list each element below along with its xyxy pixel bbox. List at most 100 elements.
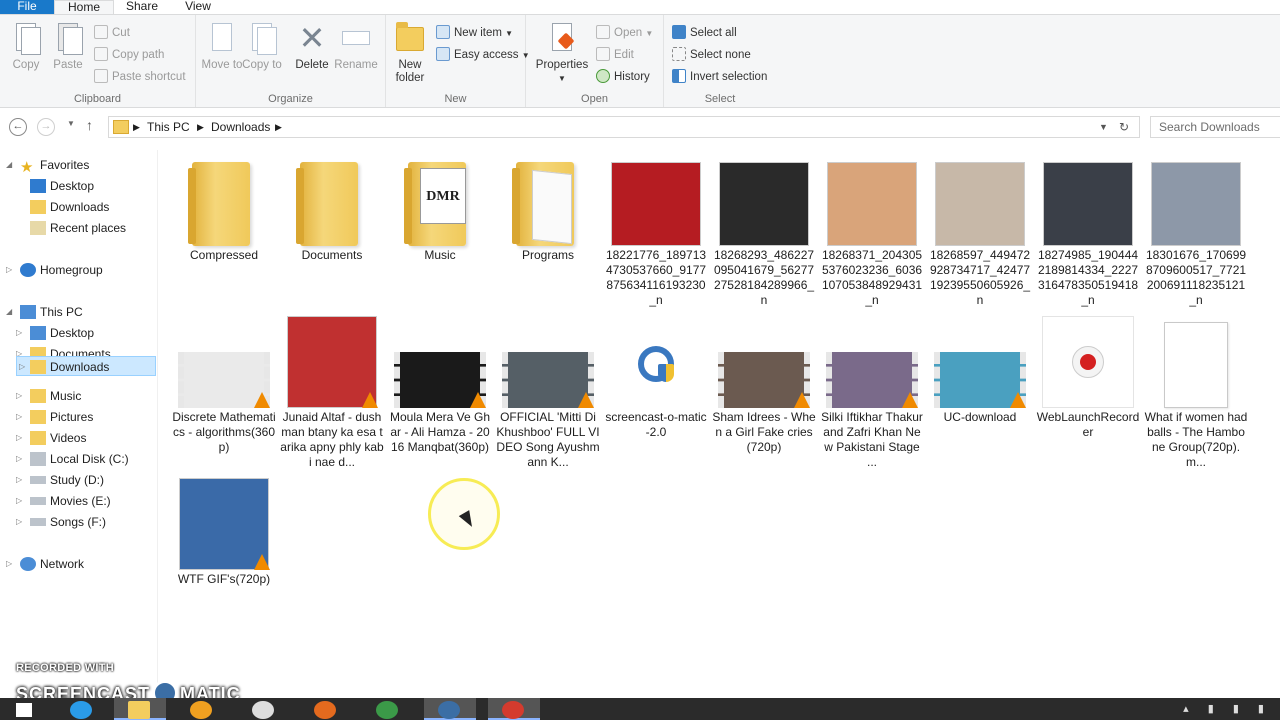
tab-view[interactable]: View bbox=[176, 0, 220, 14]
file-item[interactable]: Discrete Mathematics - algorithms(360p) bbox=[170, 316, 278, 455]
file-item[interactable]: Moula Mera Ve Ghar - Ali Hamza - 2016 Ma… bbox=[386, 316, 494, 455]
up-button[interactable]: ↑ bbox=[86, 117, 93, 133]
breadcrumb-downloads[interactable]: Downloads bbox=[211, 120, 270, 134]
search-input[interactable]: Search Downloads bbox=[1150, 116, 1280, 138]
file-item[interactable]: Compressed bbox=[170, 154, 278, 263]
nav-pc-desktop[interactable]: ▷ Desktop bbox=[16, 323, 94, 343]
nav-pc-drive-c[interactable]: ▷ Local Disk (C:) bbox=[16, 449, 129, 469]
history-button[interactable]: History bbox=[596, 67, 650, 87]
breadcrumb-this-pc[interactable]: This PC bbox=[147, 120, 190, 134]
taskbar-explorer[interactable] bbox=[114, 698, 166, 720]
file-item[interactable]: Silki Iftikhar Thakur and Zafri Khan New… bbox=[818, 316, 926, 470]
taskbar-chrome[interactable] bbox=[362, 698, 414, 720]
rename-button[interactable]: Rename bbox=[334, 21, 378, 72]
select-none-button[interactable]: Select none bbox=[672, 45, 751, 65]
file-item[interactable]: WebLaunchRecorder bbox=[1034, 316, 1142, 440]
nav-pc-drive-d-label: Study (D:) bbox=[50, 473, 105, 487]
select-all-button[interactable]: Select all bbox=[672, 23, 737, 43]
windows-logo-icon bbox=[16, 703, 32, 717]
tab-home[interactable]: Home bbox=[54, 0, 114, 14]
file-item[interactable]: Programs bbox=[494, 154, 602, 263]
app-icon bbox=[190, 701, 212, 719]
vlc-icon bbox=[254, 554, 270, 570]
address-bar[interactable]: ▶ This PC ▶ Downloads ▶ ▼ ↻ bbox=[108, 116, 1140, 138]
open-button[interactable]: Open ▼ bbox=[596, 23, 653, 43]
new-folder-button[interactable]: New folder bbox=[388, 21, 432, 85]
file-item[interactable]: 18268597_449472928734717_424771923955060… bbox=[926, 154, 1034, 308]
nav-homegroup[interactable]: ▷ Homegroup bbox=[6, 260, 103, 280]
tab-share[interactable]: Share bbox=[118, 0, 164, 14]
nav-pc-downloads[interactable]: ▷ Downloads bbox=[16, 356, 156, 376]
properties-button[interactable]: Properties ▼ bbox=[534, 21, 590, 85]
nav-fav-downloads[interactable]: Downloads bbox=[30, 197, 109, 217]
recent-locations-button[interactable]: ▼ bbox=[67, 119, 75, 128]
nav-pc-drive-f[interactable]: ▷ Songs (F:) bbox=[16, 512, 106, 532]
rename-icon bbox=[340, 21, 372, 55]
tab-file[interactable]: File bbox=[0, 0, 54, 14]
copy-to-label: Copy to bbox=[242, 59, 282, 71]
back-button[interactable]: ← bbox=[9, 118, 27, 136]
file-item[interactable]: 18274985_1904442189814334_22273164783505… bbox=[1034, 154, 1142, 308]
copy-button[interactable]: Copy bbox=[4, 21, 48, 72]
nav-pc-drive-d[interactable]: ▷ Study (D:) bbox=[16, 470, 105, 490]
nav-pc-music[interactable]: ▷ Music bbox=[16, 386, 81, 406]
app-icon bbox=[252, 701, 274, 719]
paste-shortcut-label: Paste shortcut bbox=[112, 71, 186, 83]
file-item[interactable]: 18268371_2043055376023236_60361070538489… bbox=[818, 154, 926, 308]
file-item[interactable]: Documents bbox=[278, 154, 386, 263]
nav-network[interactable]: ▷ Network bbox=[6, 554, 84, 574]
nav-pc-videos[interactable]: ▷ Videos bbox=[16, 428, 86, 448]
nav-pc-pictures[interactable]: ▷ Pictures bbox=[16, 407, 93, 427]
taskbar-ie[interactable] bbox=[56, 698, 108, 720]
start-button[interactable] bbox=[0, 698, 52, 720]
file-name: UC-download bbox=[943, 410, 1017, 424]
move-to-button[interactable]: Move to bbox=[200, 21, 244, 72]
file-item[interactable]: What if women had balls - The Hambone Gr… bbox=[1142, 316, 1250, 470]
file-item[interactable]: UC-download bbox=[926, 316, 1034, 425]
file-item[interactable]: Sham Idrees - When a Girl Fake cries(720… bbox=[710, 316, 818, 455]
file-item[interactable]: 18301676_1706998709600517_77212006911182… bbox=[1142, 154, 1250, 308]
file-name: Compressed bbox=[189, 248, 259, 262]
easy-access-button[interactable]: Easy access ▼ bbox=[436, 45, 530, 65]
history-icon bbox=[596, 69, 610, 83]
file-name: Silki Iftikhar Thakur and Zafri Khan New… bbox=[821, 410, 923, 469]
image-thumbnail bbox=[718, 154, 810, 246]
file-item[interactable]: Junaid Altaf - dushman btany ka esa tari… bbox=[278, 316, 386, 470]
copy-to-button[interactable]: Copy to bbox=[240, 21, 284, 72]
delete-button[interactable]: ✕ Delete bbox=[290, 21, 334, 72]
taskbar-app3[interactable] bbox=[176, 698, 228, 720]
refresh-icon[interactable]: ↻ bbox=[1119, 120, 1129, 134]
file-name: screencast-o-matic-2.0 bbox=[605, 410, 707, 439]
nav-pc-drive-e-label: Movies (E:) bbox=[50, 494, 111, 508]
file-item[interactable]: OFFICIAL 'Mitti Di Khushboo' FULL VIDEO … bbox=[494, 316, 602, 470]
drive-icon bbox=[30, 476, 46, 484]
nav-fav-recent[interactable]: Recent places bbox=[30, 218, 126, 238]
file-item[interactable]: screencast-o-matic-2.0 bbox=[602, 316, 710, 440]
taskbar-chrome-2[interactable] bbox=[488, 698, 540, 720]
copy-path-button[interactable]: Copy path bbox=[94, 45, 164, 65]
nav-fav-desktop[interactable]: Desktop bbox=[30, 176, 94, 196]
edit-button[interactable]: Edit bbox=[596, 45, 634, 65]
cut-button[interactable]: Cut bbox=[94, 23, 130, 43]
drive-icon bbox=[30, 497, 46, 505]
paste-button[interactable]: Paste bbox=[46, 21, 90, 72]
file-item[interactable]: 18268293_486227095041679_562772752818428… bbox=[710, 154, 818, 308]
expand-arrow-icon: ▷ bbox=[16, 454, 23, 463]
file-item[interactable]: 18221776_1897134730537660_91778756341161… bbox=[602, 154, 710, 308]
address-dropdown-icon[interactable]: ▼ bbox=[1099, 122, 1108, 132]
file-name: 18221776_1897134730537660_91778756341161… bbox=[605, 248, 707, 307]
address-bar-row: ← → ▼ ↑ ▶ This PC ▶ Downloads ▶ ▼ ↻ Sear… bbox=[0, 116, 1280, 138]
taskbar-app4[interactable] bbox=[238, 698, 290, 720]
new-item-button[interactable]: New item ▼ bbox=[436, 23, 513, 43]
taskbar-firefox[interactable] bbox=[300, 698, 352, 720]
paste-shortcut-button[interactable]: Paste shortcut bbox=[94, 67, 186, 87]
forward-button[interactable]: → bbox=[37, 118, 55, 136]
file-item[interactable]: WTF GIF's(720p) bbox=[170, 478, 278, 587]
taskbar-screencast[interactable] bbox=[424, 698, 476, 720]
nav-pc-drive-e[interactable]: ▷ Movies (E:) bbox=[16, 491, 111, 511]
file-item[interactable]: DMR Music bbox=[386, 154, 494, 263]
nav-favorites[interactable]: ◢ ★ Favorites bbox=[6, 155, 89, 176]
nav-this-pc[interactable]: ◢ This PC bbox=[6, 302, 83, 322]
invert-selection-button[interactable]: Invert selection bbox=[672, 67, 767, 87]
watermark-line1: RECORDED WITH bbox=[16, 662, 115, 674]
